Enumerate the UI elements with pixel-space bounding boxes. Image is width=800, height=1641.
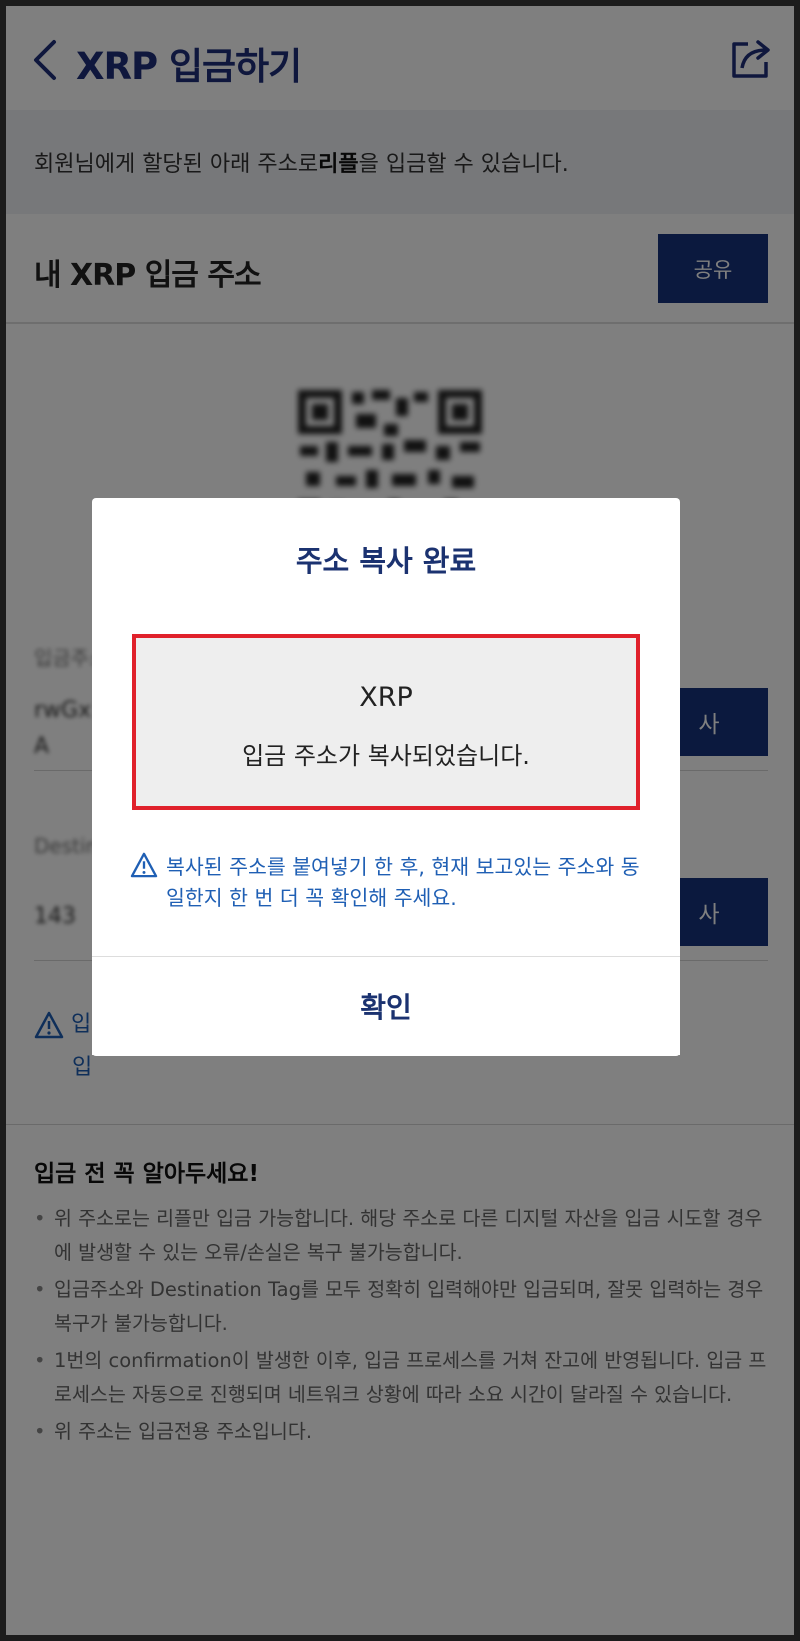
dialog-title: 주소 복사 완료 [295, 544, 477, 578]
message-box: XRP 입금 주소가 복사되었습니다. [132, 634, 640, 810]
warning-icon-wrap [130, 852, 160, 882]
dialog-warning: 복사된 주소를 붙여넣기 한 후, 현재 보고있는 주소와 동일한지 한 번 더… [130, 852, 650, 914]
message-text: 입금 주소가 복사되었습니다. [242, 742, 530, 770]
message-coin: XRP [359, 682, 413, 713]
dialog-warning-text: 복사된 주소를 붙여넣기 한 후, 현재 보고있는 주소와 동일한지 한 번 더… [166, 855, 640, 910]
app-frame: XRP 입금하기 회원님에게 할당된 아래 주소로 리플 을 입금할 수 있습니… [6, 6, 794, 1635]
warning-triangle-icon [130, 852, 158, 878]
confirm-button[interactable]: 확인 [92, 957, 680, 1055]
copy-complete-dialog: 주소 복사 완료 XRP 입금 주소가 복사되었습니다. 복사된 주소를 붙여넣… [92, 498, 680, 1056]
